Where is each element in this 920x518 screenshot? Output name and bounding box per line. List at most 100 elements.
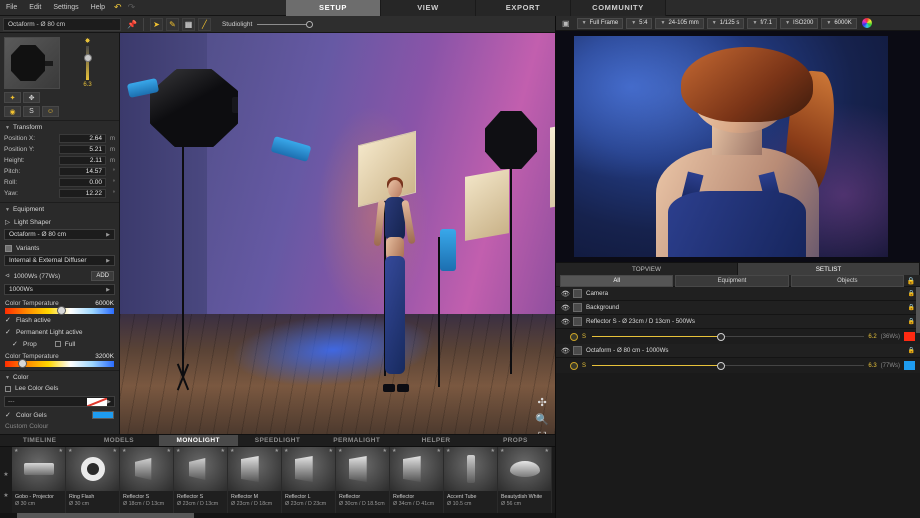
equipment-library[interactable]: ★ ★ ★ ★ Gobo - Projector Ø 30 cm ★ ★ Rin… [0,446,555,518]
star-icon[interactable]: ★ [167,448,171,454]
transform-section-header[interactable]: ▼ Transform [0,120,119,133]
line-icon[interactable]: ╱ [197,17,211,31]
large-softbox[interactable] [550,118,555,208]
star-icon[interactable]: ★ [176,448,180,454]
link-icon[interactable]: ✥ [23,92,40,103]
3d-viewport[interactable]: ✣ 🔍 ⛶ ◉ [120,33,555,434]
object-name-field[interactable]: Octaform - Ø 80 cm [3,17,121,31]
menu-item-file[interactable]: File [0,0,23,16]
lee-color-gels-checkbox[interactable]: Lee Color Gels [0,383,119,394]
reflector-panel[interactable] [465,169,509,241]
tab-setlist[interactable]: SETLIST [738,263,920,275]
tab-topview[interactable]: TOPVIEW [556,263,738,275]
power-slider-knob[interactable] [717,332,726,341]
tab-setup[interactable]: SETUP [286,0,381,16]
tab-monolight[interactable]: MONOLIGHT [158,434,238,447]
library-item[interactable]: ★ ★ Reflector S Ø 18cm / D 13cm [120,447,174,518]
eye-icon[interactable]: 👁 [561,318,570,326]
tab-props[interactable]: PROPS [476,435,555,447]
eye-icon[interactable]: 👁 [561,290,570,298]
star-icon[interactable]: ★ [221,448,225,454]
tab-models[interactable]: MODELS [79,435,158,447]
cursor-icon[interactable]: ➤ [149,17,163,31]
layer-row-octaform[interactable]: 👁 Octaform - Ø 80 cm - 1000Ws 🔒 [556,344,920,358]
aperture-dropdown[interactable]: ▼ f/7.1 [747,17,778,29]
color-gels-checkbox[interactable]: ✓ Color Gels [0,409,119,421]
full-checkbox[interactable] [54,341,61,347]
library-scrollbar-thumb[interactable] [16,513,195,518]
power-toggle-icon[interactable] [570,361,578,370]
menu-item-help[interactable]: Help [85,0,111,16]
roll-field[interactable]: 0.00 [59,178,106,187]
library-item[interactable]: ★ ★ Reflector M Ø 23cm / D 18cm [228,447,282,518]
power-slider-knob[interactable] [717,361,726,370]
layer-color-swatch[interactable] [904,361,915,370]
star-icon[interactable]: ★ [68,448,72,454]
variants-dropdown[interactable]: Internal & External Diffuser ▶ [4,255,115,266]
power-slider[interactable] [592,361,865,370]
star-icon[interactable]: ★ [3,471,8,478]
shutter-speed-dropdown[interactable]: ▼ 1/125 s [706,17,745,29]
prop-label[interactable]: Prop [23,341,37,348]
aspect-ratio-dropdown[interactable]: ▼ 5:4 [626,17,653,29]
zoom-icon[interactable]: 🔍 [535,415,549,426]
star-icon[interactable]: ★ [338,448,342,454]
light-shaper-dropdown[interactable]: Octaform - Ø 80 cm ▶ [4,229,115,240]
studiolight-slider-knob[interactable] [306,20,314,28]
white-balance-dropdown[interactable]: ▼ 6000K [821,17,857,29]
eye-icon[interactable]: 👁 [561,304,570,312]
menu-item-edit[interactable]: Edit [23,0,47,16]
star-icon[interactable]: ★ [275,448,279,454]
pin-icon[interactable]: 📌 [127,20,137,29]
color-temperature-slider[interactable] [5,306,114,315]
yaw-field[interactable]: 12.22 [59,189,106,198]
library-item[interactable]: ★ ★ Reflector Ø 30cm / D 18.5cm [336,447,390,518]
lock-icon[interactable]: 🔒 [908,290,915,297]
pan-icon[interactable]: ✣ [538,398,547,409]
custom-colour-row[interactable]: Custom Colour [0,421,119,432]
undo-icon[interactable]: ↶ [111,2,125,13]
lock-icon[interactable]: 🔒 [908,304,915,311]
power-toggle-icon[interactable] [570,332,578,341]
star-icon[interactable]: ★ [230,448,234,454]
star-icon[interactable]: ★ [446,448,450,454]
layer-row-reflector[interactable]: 👁 Reflector S - Ø 23cm / D 13cm - 500Ws … [556,315,920,329]
star-icon[interactable]: ★ [14,448,18,454]
permanent-light-checkbox[interactable]: ✓ Permanent Light active [0,326,119,338]
layer-row-background[interactable]: 👁 Background 🔒 [556,301,920,315]
menu-item-settings[interactable]: Settings [47,0,84,16]
studiolight-slider[interactable] [257,20,314,28]
layer-row-camera[interactable]: 👁 Camera 🔒 [556,287,920,301]
tab-community[interactable]: COMMUNITY [571,0,666,16]
person-icon[interactable]: ☺ [42,106,59,117]
star-icon[interactable]: ★ [122,448,126,454]
pencil-icon[interactable]: ✎ [165,17,179,31]
render-preview[interactable]: ◫ [556,31,920,262]
light-preview[interactable] [4,37,60,89]
filter-equipment[interactable]: Equipment [675,274,789,287]
pitch-field[interactable]: 14.57 [59,167,106,176]
power-dropdown[interactable]: 1000Ws ▶ [4,284,115,295]
eye-icon[interactable]: 👁 [561,347,570,355]
lock-icon[interactable]: 🔒 [908,318,915,325]
tab-view[interactable]: VIEW [381,0,476,16]
tab-speedlight[interactable]: SPEEDLIGHT [238,435,317,447]
sync-icon[interactable]: S [23,106,40,117]
star-icon[interactable]: ★ [329,448,333,454]
target-icon[interactable]: ◉ [4,106,21,117]
color-section-header[interactable]: ▼ Color [0,370,119,383]
layer-color-swatch[interactable] [904,332,915,341]
layers-list[interactable]: 👁 Camera 🔒 👁 Background 🔒 👁 Reflector S … [556,287,920,518]
star-icon[interactable]: ★ [500,448,504,454]
lee-color-gels-field[interactable]: --- ▶ [4,396,115,407]
star-icon[interactable]: ★ [392,448,396,454]
sensor-dropdown[interactable]: ▼ Full Frame [576,17,624,29]
tab-helper[interactable]: HELPER [396,435,475,447]
filter-objects[interactable]: Objects [790,274,904,287]
library-item[interactable]: ★ ★ Ring Flash Ø 30 cm [66,447,120,518]
add-button[interactable]: ADD [91,271,114,281]
redo-icon[interactable]: ↷ [125,2,139,13]
color-gels-swatch[interactable] [92,411,114,419]
3d-model[interactable] [373,177,419,392]
flash-active-checkbox[interactable]: ✓ Flash active [0,314,119,326]
